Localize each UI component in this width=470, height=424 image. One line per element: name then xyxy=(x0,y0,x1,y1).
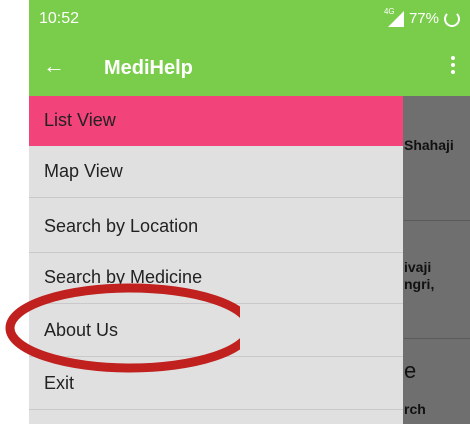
card2-line2: ngri, xyxy=(404,276,435,292)
menu-item-label: About Us xyxy=(44,320,119,340)
menu-item-map-view[interactable]: Map View xyxy=(29,147,403,198)
menu-item-label: Map View xyxy=(44,161,123,181)
app-title: MediHelp xyxy=(104,57,193,79)
menu-item-label: Search by Medicine xyxy=(44,267,203,287)
card3-text: rch xyxy=(404,401,426,417)
card-divider xyxy=(404,338,470,339)
menu-item-list-view[interactable]: List View xyxy=(29,96,403,146)
menu-item-search-by-medicine[interactable]: Search by Medicine xyxy=(29,253,403,304)
battery-level: 77% xyxy=(408,10,439,27)
card-divider xyxy=(404,220,470,221)
arrow-left-icon[interactable]: ← xyxy=(43,53,65,79)
more-vert-icon[interactable] xyxy=(450,56,456,74)
card1-text: Shahaji xyxy=(404,137,454,153)
signal-icon: 4G xyxy=(384,7,404,27)
navigation-drawer: List View Map View Search by Location Se… xyxy=(29,96,403,424)
menu-item-search-by-location[interactable]: Search by Location xyxy=(29,202,403,253)
menu-item-label: Exit xyxy=(44,373,75,393)
menu-item-label: List View xyxy=(44,110,116,130)
phone-screen: 10:52 4G 77% ← MediHelp Shahaji ivaji ng… xyxy=(29,0,470,424)
menu-item-about-us[interactable]: About Us xyxy=(29,306,403,357)
battery-icon xyxy=(444,10,460,27)
status-bar: 10:52 4G 77% xyxy=(29,0,470,40)
menu-item-exit[interactable]: Exit xyxy=(29,359,403,410)
status-time: 10:52 xyxy=(39,10,80,27)
network-type: 4G xyxy=(383,6,395,16)
card2-line1: ivaji xyxy=(404,259,432,275)
card3-heading: e xyxy=(404,358,417,383)
status-icons: 4G 77% xyxy=(384,7,460,27)
app-bar: ← MediHelp xyxy=(29,40,470,96)
menu-item-label: Search by Location xyxy=(44,216,199,236)
